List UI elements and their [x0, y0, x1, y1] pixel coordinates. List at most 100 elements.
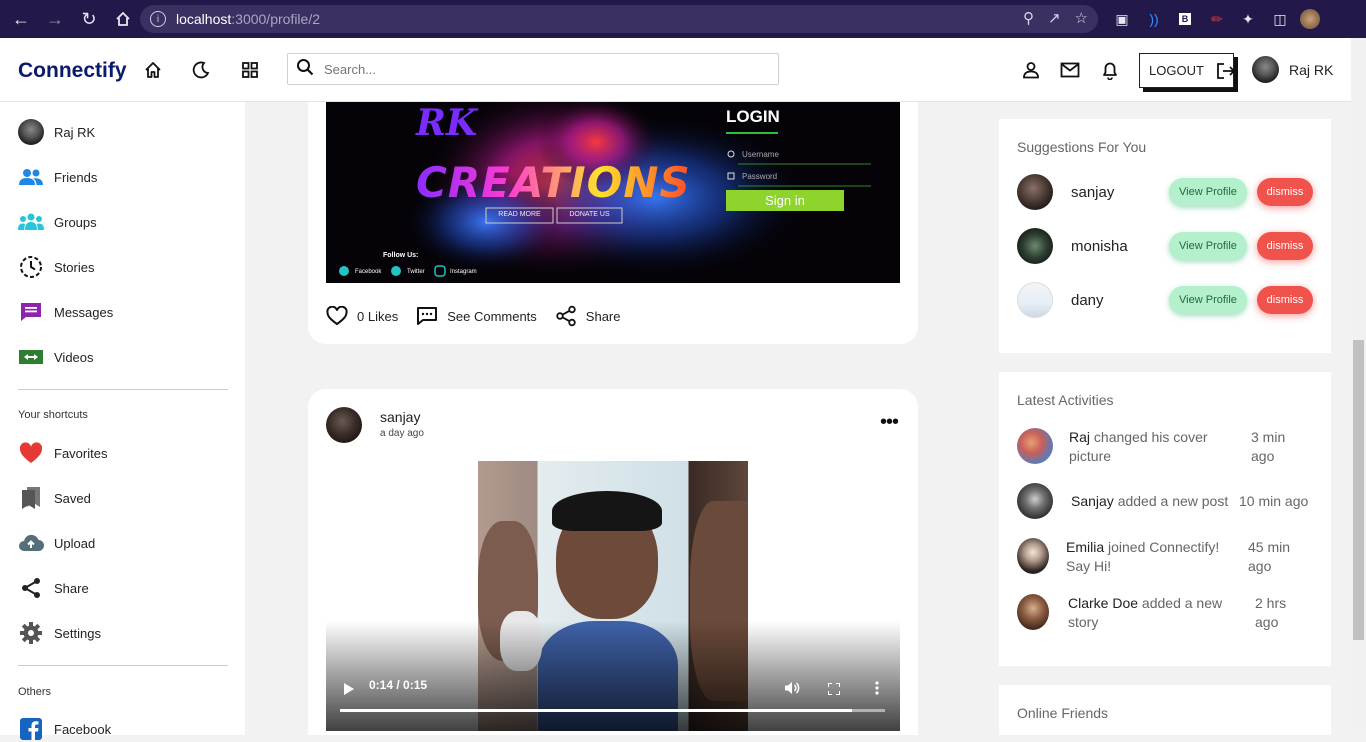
header-avatar[interactable]: [1252, 56, 1279, 83]
video-progress-bar[interactable]: [340, 709, 885, 712]
activity-avatar[interactable]: [1017, 538, 1049, 574]
sidebar-item-groups[interactable]: Groups: [18, 209, 97, 235]
share-icon: [18, 575, 44, 601]
activity-item: Clarke Doe added a new story 2 hrs ago: [1017, 594, 1317, 634]
sidebar-item-videos[interactable]: Videos: [18, 344, 94, 370]
share-button[interactable]: Share: [555, 305, 621, 327]
sidebar-toggle-icon[interactable]: ◫: [1270, 9, 1290, 29]
activity-user[interactable]: Sanjay: [1071, 493, 1114, 509]
scrollbar-thumb[interactable]: [1353, 340, 1364, 640]
view-profile-button[interactable]: View Profile: [1169, 286, 1247, 314]
friends-icon: [18, 164, 44, 190]
activity-avatar[interactable]: [1017, 594, 1049, 630]
home-nav-icon[interactable]: [143, 60, 163, 80]
sidebar-item-settings[interactable]: Settings: [18, 620, 101, 646]
banner-login-title: LOGIN: [726, 107, 780, 126]
view-profile-button[interactable]: View Profile: [1169, 178, 1247, 206]
notifications-bell-icon[interactable]: [1100, 60, 1120, 80]
back-icon[interactable]: ←: [8, 6, 34, 32]
dismiss-button[interactable]: dismiss: [1257, 286, 1313, 314]
app-logo[interactable]: Connectify: [18, 59, 127, 83]
dismiss-button[interactable]: dismiss: [1257, 232, 1313, 260]
bookmark-star-icon[interactable]: ☆: [1075, 9, 1088, 27]
suggestion-avatar[interactable]: [1017, 282, 1053, 318]
tab-search-icon[interactable]: ▣: [1112, 9, 1132, 29]
sidebar-item-stories[interactable]: Stories: [18, 254, 94, 280]
dark-mode-icon[interactable]: [191, 60, 211, 80]
home-icon[interactable]: [110, 6, 136, 32]
suggestion-avatar[interactable]: [1017, 228, 1053, 264]
logout-button[interactable]: LOGOUT: [1139, 53, 1236, 88]
header-user-name[interactable]: Raj RK: [1289, 62, 1333, 78]
banner-creations-text: CREATIONS: [416, 158, 691, 207]
suggestion-avatar[interactable]: [1017, 174, 1053, 210]
groups-icon: [18, 209, 44, 235]
extension-red-icon[interactable]: ✏: [1207, 9, 1227, 29]
extension-audio-icon[interactable]: )): [1144, 9, 1164, 29]
post-card: sanjay a day ago ••• 0:14 / 0:15: [308, 389, 918, 735]
more-options-icon[interactable]: •••: [880, 412, 899, 432]
sidebar-item-friends[interactable]: Friends: [18, 164, 97, 190]
search-input[interactable]: [324, 61, 744, 77]
sidebar-item-saved[interactable]: Saved: [18, 485, 91, 511]
activity-user[interactable]: Clarke Doe: [1068, 595, 1138, 611]
activity-avatar[interactable]: [1017, 428, 1053, 464]
activity-user[interactable]: Emilia: [1066, 539, 1104, 555]
activity-avatar[interactable]: [1017, 483, 1053, 519]
video-more-icon[interactable]: [875, 681, 879, 700]
activity-time: 10 min ago: [1239, 493, 1309, 509]
fullscreen-icon[interactable]: [827, 682, 841, 700]
suggestion-name[interactable]: dany: [1071, 292, 1171, 309]
share-label: Share: [585, 308, 621, 324]
shortcuts-title: Your shortcuts: [18, 409, 88, 421]
suggestion-name[interactable]: sanjay: [1071, 184, 1171, 201]
reload-icon[interactable]: ↻: [76, 6, 102, 32]
sidebar-item-profile[interactable]: Raj RK: [18, 119, 95, 145]
post-author-name[interactable]: sanjay: [380, 409, 420, 425]
post-image[interactable]: RK CREATIONS LOGIN Username Password Sig…: [326, 102, 900, 283]
banner-facebook: Facebook: [355, 269, 382, 275]
activity-text: Clarke Doe added a new story: [1068, 594, 1243, 632]
video-player[interactable]: 0:14 / 0:15: [326, 461, 900, 731]
activity-user[interactable]: Raj: [1069, 429, 1090, 445]
dismiss-button[interactable]: dismiss: [1257, 178, 1313, 206]
banner-twitter: Twitter: [407, 269, 425, 275]
extensions-puzzle-icon[interactable]: ✦: [1238, 9, 1258, 29]
sidebar-item-facebook[interactable]: Facebook: [18, 716, 111, 742]
forward-icon[interactable]: →: [42, 6, 68, 32]
post-author-avatar[interactable]: [326, 407, 362, 443]
address-bar[interactable]: i localhost:3000/profile/2 ⚲ ↗ ☆: [140, 5, 1098, 33]
search-icon: [296, 58, 314, 81]
search-box[interactable]: [287, 53, 779, 85]
profile-avatar-icon[interactable]: [1300, 9, 1320, 29]
apps-grid-icon[interactable]: [240, 60, 260, 80]
comments-button[interactable]: See Comments: [416, 306, 537, 326]
activity-item: Raj changed his cover picture 3 min ago: [1017, 428, 1317, 468]
browser-toolbar: ← → ↻ i localhost:3000/profile/2 ⚲ ↗ ☆ ▣…: [0, 0, 1366, 38]
sidebar-item-label: Saved: [54, 490, 91, 506]
site-info-icon[interactable]: i: [150, 11, 166, 27]
extension-b-icon[interactable]: B: [1175, 9, 1195, 29]
sidebar-item-label: Videos: [54, 349, 94, 365]
view-profile-button[interactable]: View Profile: [1169, 232, 1247, 260]
heart-outline-icon: [326, 306, 348, 326]
sidebar-item-upload[interactable]: Upload: [18, 530, 95, 556]
page-scrollbar[interactable]: [1351, 38, 1366, 735]
suggestion-name[interactable]: monisha: [1071, 238, 1171, 255]
mail-icon[interactable]: [1060, 60, 1080, 80]
sidebar-item-share[interactable]: Share: [18, 575, 89, 601]
zoom-icon[interactable]: ⚲: [1023, 9, 1034, 27]
sidebar-divider: [18, 389, 228, 390]
profile-icon[interactable]: [1021, 60, 1041, 80]
like-button[interactable]: 0 Likes: [326, 306, 398, 326]
sidebar-item-messages[interactable]: Messages: [18, 299, 113, 325]
likes-count: 0 Likes: [357, 308, 399, 324]
activity-action-cont: Say Hi!: [1066, 558, 1112, 574]
sidebar-item-favorites[interactable]: Favorites: [18, 440, 107, 466]
activity-time-2: ago: [1251, 448, 1275, 464]
share-icon: [556, 305, 576, 327]
banner-username-label: Username: [742, 150, 779, 159]
share-page-icon[interactable]: ↗: [1048, 9, 1061, 27]
volume-icon[interactable]: [784, 681, 800, 700]
play-icon[interactable]: [343, 682, 355, 700]
